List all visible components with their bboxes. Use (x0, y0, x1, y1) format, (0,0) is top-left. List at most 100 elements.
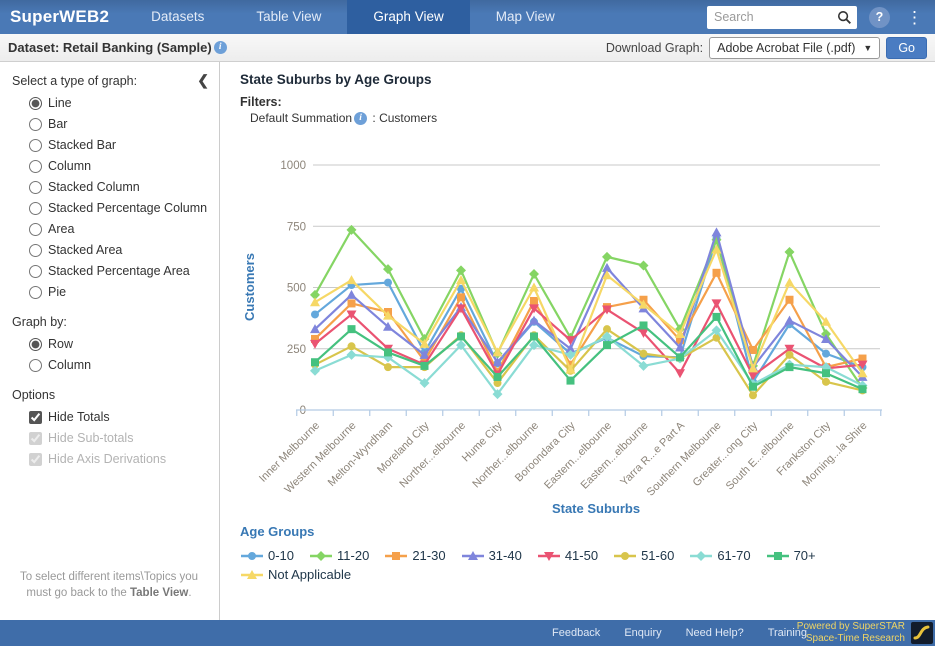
option-hide-axis-derivations-checkbox (29, 453, 42, 466)
graph-type-stacked-area[interactable]: Stacked Area (29, 243, 209, 257)
option-hide-totals[interactable]: Hide Totals (29, 410, 209, 424)
legend-item-0-10[interactable]: 0-10 (240, 548, 294, 563)
dataset-info-icon[interactable]: i (214, 41, 227, 54)
download-format-select[interactable]: Adobe Acrobat File (.pdf) ▼ (709, 37, 880, 59)
tab-table-view[interactable]: Table View (230, 0, 347, 34)
series-marker (310, 297, 320, 306)
series-marker (712, 299, 722, 308)
option-hide-totals-label: Hide Totals (48, 410, 110, 424)
nav-tabs: DatasetsTable ViewGraph ViewMap View (125, 0, 581, 34)
graph-type-stacked-percentage-area-radio[interactable] (29, 265, 42, 278)
graph-by-row-radio[interactable] (29, 338, 42, 351)
legend-item-31-40[interactable]: 31-40 (461, 548, 522, 563)
graph-type-stacked-column[interactable]: Stacked Column (29, 180, 209, 194)
series-marker (384, 279, 392, 287)
option-hide-totals-checkbox[interactable] (29, 411, 42, 424)
graph-type-pie-radio[interactable] (29, 286, 42, 299)
legend-label: 31-40 (489, 548, 522, 563)
graph-type-stacked-column-label: Stacked Column (48, 180, 140, 194)
filter-line: Default Summationi : Customers (250, 111, 437, 125)
graph-type-column-radio[interactable] (29, 160, 42, 173)
graph-type-stacked-percentage-area-label: Stacked Percentage Area (48, 264, 190, 278)
legend-label: 11-20 (337, 548, 369, 563)
graph-type-bar-radio[interactable] (29, 118, 42, 131)
graph-type-stacked-bar[interactable]: Stacked Bar (29, 138, 209, 152)
legend-item-51-60[interactable]: 51-60 (613, 548, 674, 563)
tab-graph-view[interactable]: Graph View (347, 0, 469, 34)
series-marker (347, 275, 357, 284)
graph-type-bar[interactable]: Bar (29, 117, 209, 131)
overflow-menu-icon[interactable]: ⋮ (902, 7, 927, 28)
graph-type-stacked-bar-radio[interactable] (29, 139, 42, 152)
option-hide-sub-totals-label: Hide Sub-totals (48, 431, 133, 445)
series-marker (530, 333, 538, 341)
search-icon[interactable] (837, 10, 852, 25)
graph-type-stacked-percentage-column[interactable]: Stacked Percentage Column (29, 201, 209, 215)
series-marker (316, 551, 326, 561)
footer-links: FeedbackEnquiryNeed Help?Training (552, 627, 807, 639)
series-marker (384, 363, 392, 371)
graph-type-area-label: Area (48, 222, 74, 236)
series-marker (347, 290, 357, 299)
graph-type-column[interactable]: Column (29, 159, 209, 173)
legend-label: Not Applicable (268, 567, 351, 582)
graph-type-stacked-percentage-column-radio[interactable] (29, 202, 42, 215)
graph-by-row-label: Row (48, 337, 73, 351)
graph-type-line-radio[interactable] (29, 97, 42, 110)
graph-type-stacked-percentage-area[interactable]: Stacked Percentage Area (29, 264, 209, 278)
x-axis-label: Greater...ong City (691, 419, 761, 489)
x-axis-label: Norther...elbourne (470, 420, 541, 491)
legend-item-61-70[interactable]: 61-70 (689, 548, 750, 563)
series-marker (785, 278, 795, 287)
graph-type-line[interactable]: Line (29, 96, 209, 110)
legend-marker-not-applicable (240, 568, 264, 582)
legend-item-not-applicable[interactable]: Not Applicable (240, 567, 351, 582)
option-hide-axis-derivations-label: Hide Axis Derivations (48, 452, 166, 466)
footer-link-feedback[interactable]: Feedback (552, 627, 600, 639)
graph-by-column[interactable]: Column (29, 358, 209, 372)
y-axis-tick-label: 500 (287, 283, 306, 295)
graph-type-stacked-area-radio[interactable] (29, 244, 42, 257)
top-navbar: SuperWEB2 DatasetsTable ViewGraph ViewMa… (0, 0, 935, 34)
sidebar-collapse-icon[interactable]: ❮ (197, 72, 209, 89)
series-marker (603, 341, 611, 349)
footer-link-need-help[interactable]: Need Help? (686, 627, 744, 639)
superstar-logo[interactable] (911, 622, 933, 644)
graph-type-stacked-area-label: Stacked Area (48, 243, 122, 257)
graph-type-stacked-bar-label: Stacked Bar (48, 138, 116, 152)
series-marker (749, 391, 757, 399)
series-marker (749, 383, 757, 391)
graph-type-pie-label: Pie (48, 285, 66, 299)
tab-datasets[interactable]: Datasets (125, 0, 230, 34)
series-marker (457, 293, 465, 301)
x-axis-label: Yarra R...e Part A (618, 419, 687, 488)
series-marker (696, 551, 706, 561)
graph-by-row[interactable]: Row (29, 337, 209, 351)
graph-type-area[interactable]: Area (29, 222, 209, 236)
legend-item-11-20[interactable]: 11-20 (309, 548, 369, 563)
series-marker (785, 247, 795, 257)
series-marker (567, 377, 575, 385)
chart-legend: Age Groups 0-1011-2021-3031-4041-5051-60… (240, 524, 920, 582)
legend-marker-21-30 (384, 549, 408, 563)
graph-by-column-radio[interactable] (29, 359, 42, 372)
tab-map-view[interactable]: Map View (470, 0, 581, 34)
x-axis-label: Melton-Wyndham (326, 420, 395, 489)
footer-link-enquiry[interactable]: Enquiry (624, 627, 661, 639)
summation-info-icon[interactable]: i (354, 112, 367, 125)
legend-item-41-50[interactable]: 41-50 (537, 548, 598, 563)
x-axis-label: Norther...elbourne (397, 420, 468, 491)
legend-item-21-30[interactable]: 21-30 (384, 548, 445, 563)
graph-type-area-radio[interactable] (29, 223, 42, 236)
legend-item-70+[interactable]: 70+ (766, 548, 816, 563)
go-button[interactable]: Go (886, 37, 927, 59)
graph-type-stacked-column-radio[interactable] (29, 181, 42, 194)
graph-type-column-label: Column (48, 159, 91, 173)
series-marker (822, 378, 830, 386)
graph-type-pie[interactable]: Pie (29, 285, 209, 299)
series-marker (785, 316, 795, 325)
y-axis-tick-label: 0 (300, 405, 306, 417)
help-icon[interactable]: ? (869, 7, 890, 28)
series-marker (786, 296, 794, 304)
search-input[interactable] (714, 10, 837, 24)
